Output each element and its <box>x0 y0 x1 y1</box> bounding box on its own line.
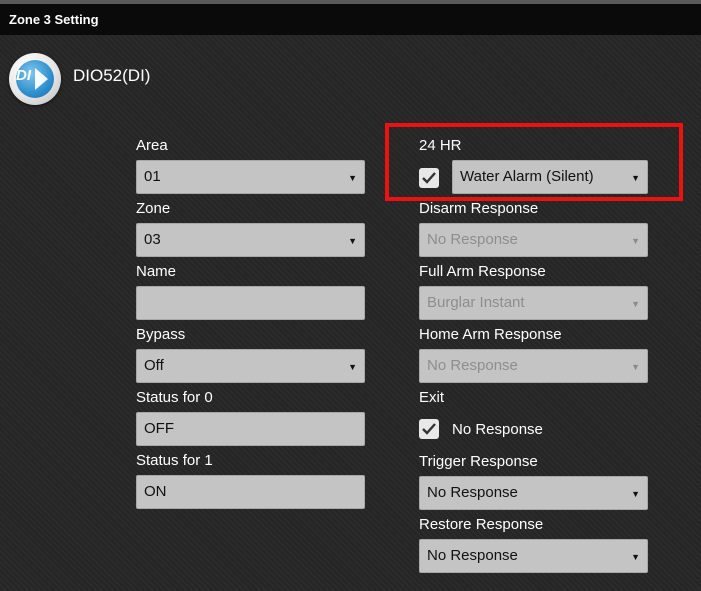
exit-label: Exit <box>419 389 445 406</box>
disarm-select[interactable]: No Response ▼ <box>419 223 648 257</box>
zone-label: Zone <box>136 200 171 217</box>
disarm-select-value: No Response <box>427 231 518 248</box>
dialog-header: Zone 3 Setting <box>0 4 701 35</box>
status0-label: Status for 0 <box>136 389 213 406</box>
chevron-down-icon: ▼ <box>348 362 357 372</box>
exit-checkbox[interactable] <box>419 419 439 439</box>
chevron-down-icon: ▼ <box>631 362 640 372</box>
area-label: Area <box>136 137 168 154</box>
name-label: Name <box>136 263 177 280</box>
chevron-down-icon: ▼ <box>631 299 640 309</box>
status1-input-value: ON <box>144 483 167 500</box>
restore-select-value: No Response <box>427 547 518 564</box>
bypass-select-value: Off <box>144 357 164 374</box>
chevron-down-icon: ▼ <box>348 173 357 183</box>
trigger-label: Trigger Response <box>419 453 538 470</box>
full-arm-select[interactable]: Burglar Instant ▼ <box>419 286 648 320</box>
name-input[interactable] <box>136 286 365 320</box>
home-arm-select-value: No Response <box>427 357 518 374</box>
chevron-down-icon: ▼ <box>631 236 640 246</box>
device-icon-text: DI <box>16 67 31 84</box>
area-select[interactable]: 01 ▼ <box>136 160 365 194</box>
status0-input-value: OFF <box>144 420 174 437</box>
chevron-down-icon: ▼ <box>631 489 640 499</box>
bypass-label: Bypass <box>136 326 186 343</box>
area-select-value: 01 <box>144 168 161 185</box>
device-di-icon: DI <box>9 53 61 105</box>
chevron-down-icon: ▼ <box>631 552 640 562</box>
zone-select-value: 03 <box>144 231 161 248</box>
disarm-label: Disarm Response <box>419 200 539 217</box>
check-icon <box>422 423 436 435</box>
dialog-title: Zone 3 Setting <box>9 12 99 27</box>
trigger-select[interactable]: No Response ▼ <box>419 476 648 510</box>
status1-input[interactable]: ON <box>136 475 365 509</box>
trigger-select-value: No Response <box>427 484 518 501</box>
full-arm-label: Full Arm Response <box>419 263 546 280</box>
bypass-select[interactable]: Off ▼ <box>136 349 365 383</box>
device-name: DIO52(DI) <box>73 66 151 85</box>
zone-select[interactable]: 03 ▼ <box>136 223 365 257</box>
status1-label: Status for 1 <box>136 452 213 469</box>
home-arm-select[interactable]: No Response ▼ <box>419 349 648 383</box>
exit-checkbox-label[interactable]: No Response <box>452 421 543 438</box>
restore-label: Restore Response <box>419 516 544 533</box>
restore-select[interactable]: No Response ▼ <box>419 539 648 573</box>
highlight-box <box>385 123 683 201</box>
chevron-down-icon: ▼ <box>348 236 357 246</box>
full-arm-select-value: Burglar Instant <box>427 294 525 311</box>
status0-input[interactable]: OFF <box>136 412 365 446</box>
home-arm-label: Home Arm Response <box>419 326 562 343</box>
